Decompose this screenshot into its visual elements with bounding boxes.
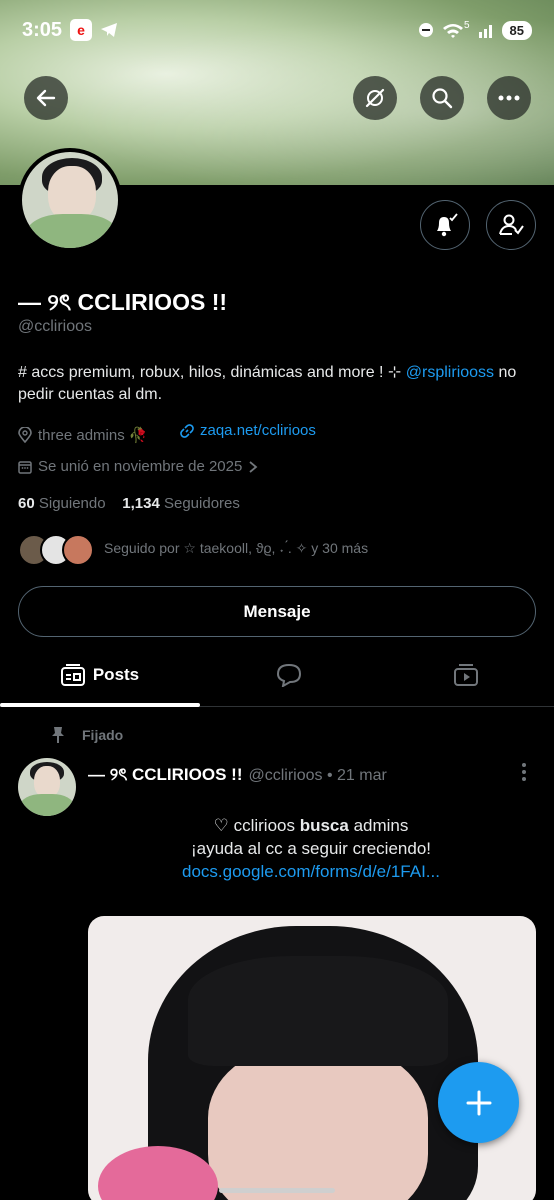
posts-icon	[60, 664, 85, 686]
following-link[interactable]: 60 Siguiendo	[18, 495, 106, 512]
pinned-label: Fijado	[50, 726, 123, 744]
location-pin-icon	[18, 427, 32, 443]
followers-label: Seguidores	[163, 495, 240, 512]
post-line-1-bold: busca	[299, 816, 349, 835]
post-body: ♡ cclirioos busca admins ¡ayuda al cc a …	[88, 814, 534, 883]
plus-icon	[466, 1090, 491, 1115]
battery-indicator: 85	[501, 20, 532, 40]
profile-website[interactable]: zaqa.net/cclirioos	[180, 422, 316, 439]
search-button[interactable]	[420, 76, 464, 120]
arrow-left-icon	[36, 89, 56, 107]
post-author-name[interactable]: — ୨ৎ CCLIRIOOS !!	[88, 762, 243, 790]
bell-check-icon	[437, 213, 458, 237]
post-line-1-prefix: ♡ cclirioos	[213, 816, 300, 835]
following-button[interactable]	[486, 200, 536, 250]
status-bar: 3:05 e 5 85	[0, 0, 554, 60]
post-author-avatar[interactable]	[18, 758, 76, 816]
home-indicator[interactable]	[219, 1188, 335, 1193]
more-options-button[interactable]	[487, 76, 531, 120]
post-media-image[interactable]	[88, 916, 536, 1200]
more-horizontal-icon	[498, 95, 520, 101]
app-notification-icon: e	[70, 19, 93, 41]
calendar-icon	[18, 460, 32, 474]
message-button[interactable]: Mensaje	[18, 586, 536, 637]
tab-media[interactable]	[378, 645, 554, 705]
wifi-icon	[442, 24, 463, 38]
profile-tabs: Posts	[0, 645, 554, 707]
grok-icon	[365, 88, 385, 108]
signal-badge: 5	[463, 19, 470, 31]
chevron-right-icon	[249, 460, 258, 473]
website-link[interactable]: zaqa.net/cclirioos	[200, 422, 316, 439]
joined-text: Se unió en noviembre de 2025	[38, 458, 243, 475]
bio-text: # accs premium, robux, hilos, dinámicas …	[18, 364, 406, 381]
followers-you-know-avatars[interactable]	[18, 534, 94, 566]
tab-posts[interactable]: Posts	[0, 645, 200, 705]
pinned-text: Fijado	[82, 727, 124, 743]
compose-post-button[interactable]	[438, 1062, 519, 1143]
post-line-1: ♡ cclirioos busca admins	[88, 814, 534, 837]
profile-bio: # accs premium, robux, hilos, dinámicas …	[18, 362, 538, 406]
signal-icon	[478, 25, 492, 38]
follower-avatar	[62, 534, 94, 566]
follow-stats: 60 Siguiendo 1,134 Seguidores	[18, 495, 240, 512]
followed-by-text[interactable]: Seguido por ☆ taekooll, ϑϱ, ˖ ́. ✧ y 30 …	[104, 540, 368, 557]
bio-mention-link[interactable]: @rspliriooss	[406, 364, 494, 381]
pin-icon	[52, 727, 64, 743]
following-label: Siguiendo	[38, 495, 106, 512]
tab-posts-label: Posts	[92, 665, 140, 684]
search-icon	[432, 88, 453, 109]
grok-button[interactable]	[353, 76, 397, 120]
post-author-meta: @cclirioos • 21 mar	[248, 767, 387, 784]
telegram-icon	[101, 23, 118, 37]
dnd-icon	[418, 23, 433, 37]
location-text: three admins 🥀	[38, 427, 148, 444]
post-more-button[interactable]	[520, 762, 528, 782]
profile-location: three admins 🥀	[18, 426, 148, 444]
user-check-icon	[499, 214, 524, 235]
post-link[interactable]: docs.google.com/forms/d/e/1FAI...	[88, 860, 534, 883]
link-icon	[180, 423, 194, 438]
media-icon	[454, 664, 478, 686]
profile-handle: @cclirioos	[18, 318, 93, 335]
replies-icon	[276, 663, 302, 687]
post-line-2: ¡ayuda al cc a seguir creciendo!	[190, 839, 432, 858]
more-vertical-icon	[522, 763, 526, 781]
tab-replies[interactable]	[200, 645, 378, 705]
post-line-1-suffix: admins	[348, 816, 409, 835]
post-header: — ୨ৎ CCLIRIOOS !! @cclirioos • 21 mar	[88, 762, 387, 790]
status-time: 3:05	[22, 18, 63, 41]
active-tab-indicator	[0, 703, 200, 707]
following-count: 60	[18, 495, 35, 512]
notifications-button[interactable]	[420, 200, 470, 250]
profile-avatar[interactable]	[18, 148, 122, 252]
followers-link[interactable]: 1,134 Seguidores	[122, 495, 240, 512]
back-button[interactable]	[24, 76, 68, 120]
profile-joined[interactable]: Se unió en noviembre de 2025	[18, 458, 258, 475]
followers-count: 1,134	[122, 495, 160, 512]
